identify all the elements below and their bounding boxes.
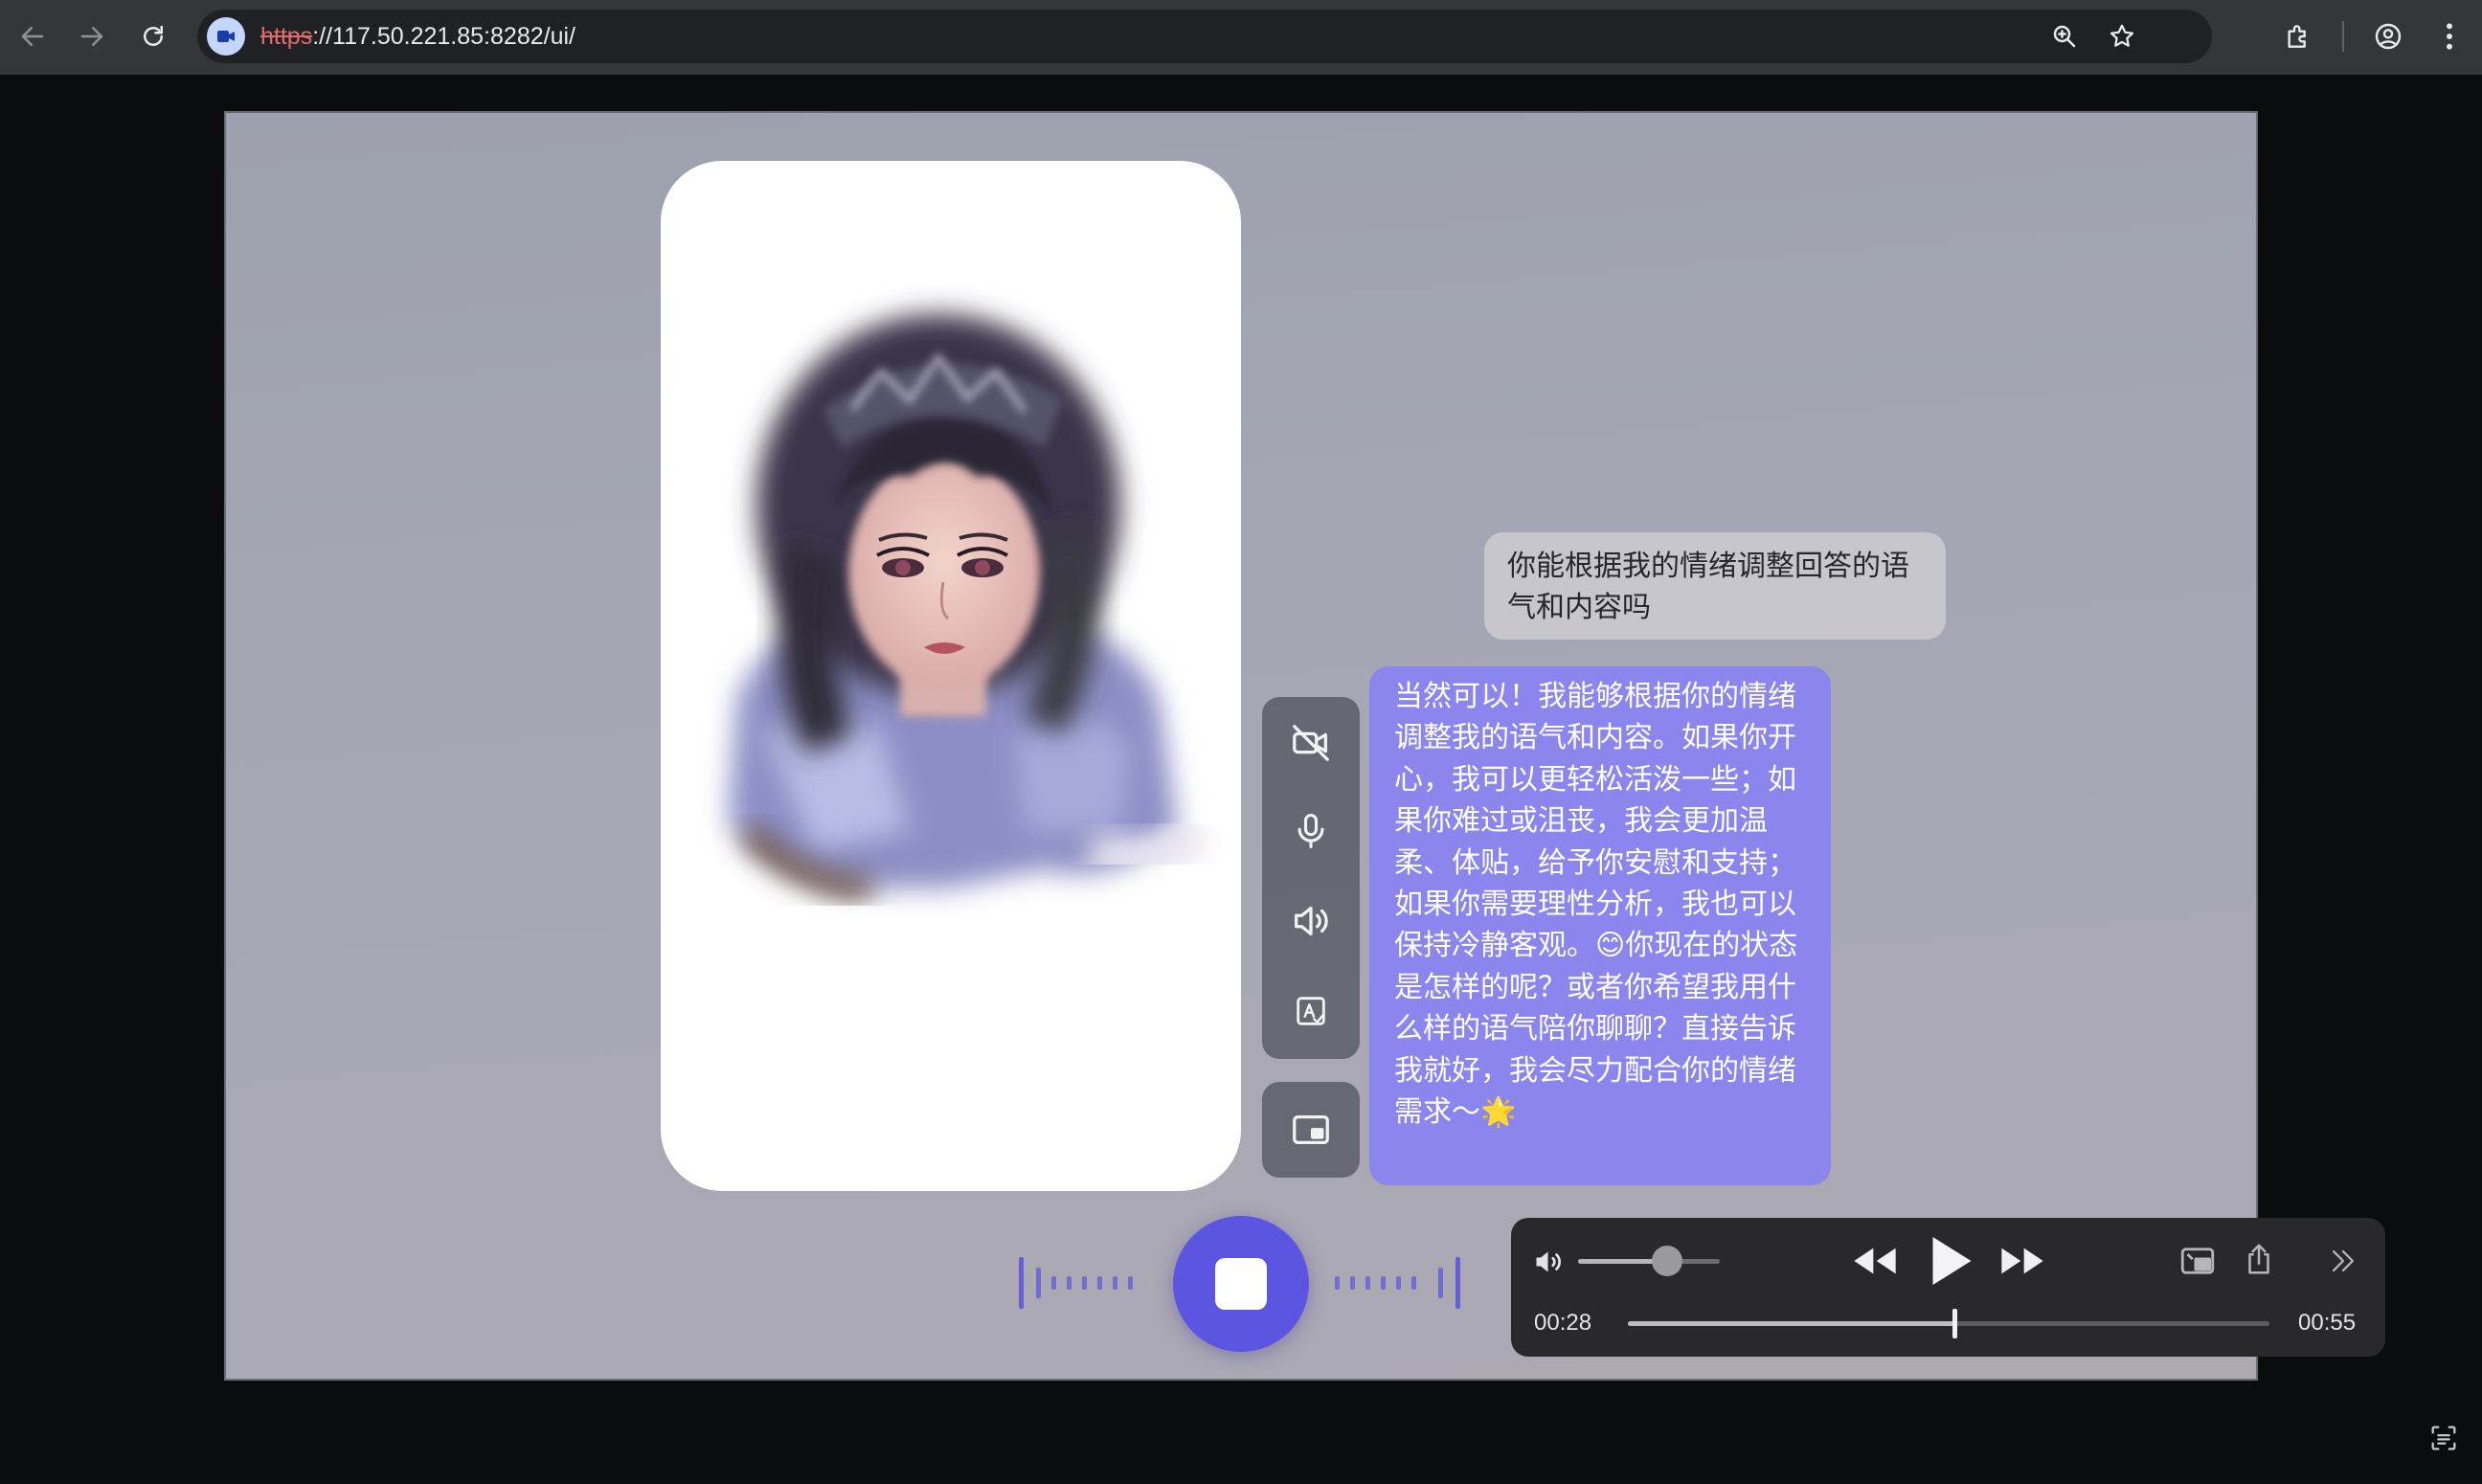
seek-progress	[1628, 1321, 1955, 1326]
play-icon[interactable]	[1919, 1227, 1980, 1294]
star-icon[interactable]	[2101, 15, 2143, 57]
chevron-double-right-icon[interactable]	[2321, 1239, 2365, 1283]
camera-off-icon[interactable]	[1262, 701, 1360, 785]
volume-slider[interactable]	[1578, 1246, 1720, 1276]
rewind-icon[interactable]	[1848, 1237, 1902, 1285]
browser-toolbar: https://117.50.221.85:8282/ui/	[0, 0, 2482, 75]
ai-message-bubble: 当然可以！我能够根据你的情绪调整我的语气和内容。如果你开心，我可以更轻松活泼一些…	[1369, 666, 1831, 1185]
address-bar[interactable]: https://117.50.221.85:8282/ui/	[197, 10, 2212, 63]
url-text[interactable]: https://117.50.221.85:8282/ui/	[260, 10, 575, 63]
text-edit-icon[interactable]	[1262, 969, 1360, 1053]
kebab-menu-icon[interactable]	[2428, 15, 2471, 57]
avatar-card	[661, 161, 1241, 1191]
speaker-icon[interactable]	[1262, 879, 1360, 963]
waveform-right	[1335, 1257, 1460, 1309]
arrow-left-icon[interactable]	[11, 15, 54, 57]
page-content	[224, 111, 2258, 1381]
avatar-portrait	[728, 314, 1211, 900]
duration: 00:55	[2298, 1310, 2357, 1336]
microphone-icon[interactable]	[1262, 789, 1360, 873]
zoom-icon[interactable]	[2043, 15, 2086, 57]
pip-mode-icon[interactable]	[2176, 1239, 2220, 1283]
puzzle-icon[interactable]	[2277, 15, 2319, 57]
account-icon[interactable]	[2367, 15, 2409, 57]
volume-icon[interactable]	[1530, 1243, 1568, 1281]
url-scheme: https	[260, 23, 313, 50]
volume-knob[interactable]	[1652, 1246, 1683, 1276]
fast-forward-icon[interactable]	[1996, 1237, 2049, 1285]
waveform-left	[1019, 1257, 1133, 1309]
picture-in-picture-icon[interactable]	[1262, 1082, 1360, 1178]
stop-icon	[1215, 1258, 1267, 1310]
camera-icon[interactable]	[207, 17, 245, 56]
user-message-bubble: 你能根据我的情绪调整回答的语气和内容吗	[1484, 532, 1946, 640]
stop-recording-button[interactable]	[1173, 1216, 1309, 1352]
current-time: 00:28	[1534, 1310, 1592, 1336]
media-controls-panel	[1262, 697, 1360, 1059]
share-icon[interactable]	[2237, 1237, 2281, 1281]
media-player: 00:28 00:55	[1511, 1218, 2385, 1357]
seek-thumb[interactable]	[1952, 1309, 1958, 1338]
url-host-path: ://117.50.221.85:8282/ui/	[312, 23, 575, 50]
reload-icon[interactable]	[132, 15, 174, 57]
lens-icon[interactable]	[2423, 1417, 2465, 1459]
toolbar-divider	[2342, 21, 2344, 52]
seek-bar[interactable]	[1628, 1309, 2269, 1338]
arrow-right-icon[interactable]	[71, 15, 113, 57]
